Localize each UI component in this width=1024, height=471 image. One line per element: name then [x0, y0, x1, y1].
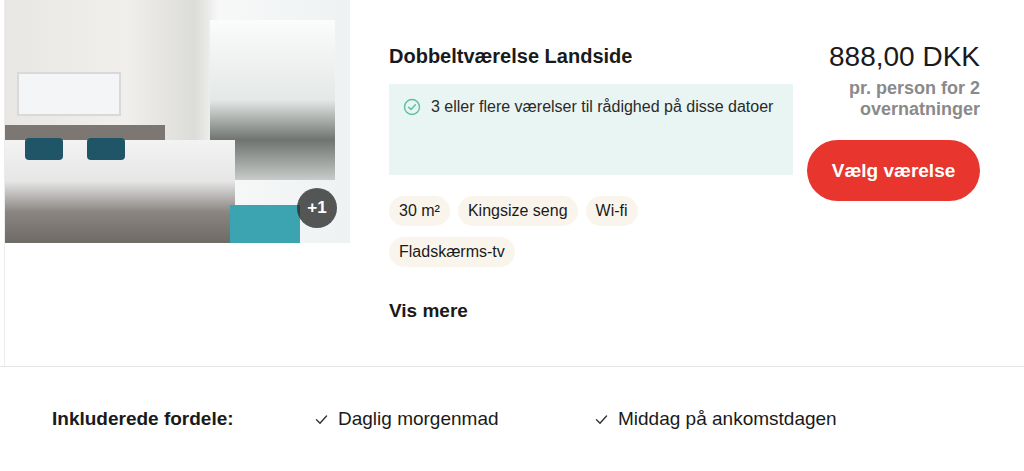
room-card: +1 Dobbeltværelse Landside 3 eller flere v… [0, 0, 1024, 471]
select-room-button[interactable]: Vælg værelse [807, 140, 980, 201]
benefit-item: Daglig morgenmad [315, 408, 595, 430]
room-main: +1 Dobbeltværelse Landside 3 eller flere v… [4, 0, 1024, 366]
feature-chip: Wi-fi [586, 196, 638, 226]
benefits-bar: Inkluderede fordele: Daglig morgenmad Midd… [0, 366, 1024, 471]
benefit-text: Middag på ankomstdagen [618, 408, 837, 430]
tick-icon [595, 413, 608, 426]
more-photos-badge[interactable]: +1 [297, 188, 337, 228]
price-panel: 888,00 DKK pr. person for 2 overnatninger… [807, 0, 980, 366]
room-details: Dobbeltværelse Landside 3 eller flere vær… [350, 0, 807, 366]
price-note: pr. person for 2 overnatninger [807, 78, 980, 120]
benefits-label: Inkluderede fordele: [52, 408, 315, 430]
room-title: Dobbeltværelse Landside [389, 44, 793, 68]
room-price: 888,00 DKK [829, 40, 980, 74]
room-photo[interactable]: +1 [5, 0, 350, 243]
check-circle-icon [403, 98, 421, 116]
benefit-item: Middag på ankomstdagen [595, 408, 875, 430]
show-more-link[interactable]: Vis mere [389, 300, 468, 322]
feature-list: 30 m² Kingsize seng Wi-fi Fladskærms-tv [389, 196, 661, 267]
tick-icon [315, 413, 328, 426]
feature-chip: Fladskærms-tv [389, 237, 515, 267]
availability-text: 3 eller flere værelser til rådighed på d… [431, 96, 773, 117]
benefit-text: Daglig morgenmad [338, 408, 499, 430]
availability-notice: 3 eller flere værelser til rådighed på d… [389, 84, 793, 175]
feature-chip: 30 m² [389, 196, 450, 226]
feature-chip: Kingsize seng [458, 196, 578, 226]
